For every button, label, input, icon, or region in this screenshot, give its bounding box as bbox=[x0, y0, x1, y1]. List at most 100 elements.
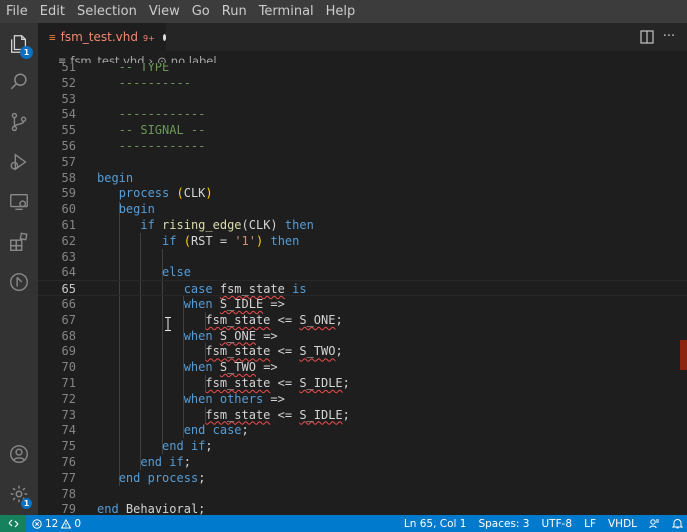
tab-fsm-test[interactable]: ≡ fsm_test.vhd 9+ bbox=[38, 23, 166, 51]
code-line[interactable]: 64 else bbox=[38, 264, 687, 280]
status-bar: 12 0 Ln 65, Col 1 Spaces: 3 UTF-8 LF VHD… bbox=[0, 515, 687, 532]
code-token: if bbox=[140, 218, 155, 232]
error-count: 12 bbox=[45, 517, 59, 530]
code-editor[interactable]: 51 -- TYPE 52 ---------- 53 54 ------------… bbox=[38, 63, 687, 515]
code-text: ------------ bbox=[97, 138, 206, 154]
line-number: 79 bbox=[61, 502, 76, 515]
code-line[interactable]: 67 fsm_state <= S_ONE; bbox=[38, 312, 687, 328]
code-line[interactable]: 77 end process; bbox=[38, 470, 687, 486]
manage-button[interactable]: 1 bbox=[0, 475, 38, 513]
code-line[interactable]: 58 begin bbox=[38, 170, 687, 186]
manage-badge: 1 bbox=[21, 498, 32, 509]
run-debug-button[interactable] bbox=[0, 143, 38, 181]
problems-status[interactable]: 12 0 bbox=[26, 518, 87, 530]
code-token: others bbox=[219, 391, 264, 406]
scrollbar-error-marker[interactable] bbox=[680, 340, 687, 370]
cursor-position[interactable]: Ln 65, Col 1 bbox=[398, 518, 473, 530]
code-line[interactable]: 51 -- TYPE bbox=[38, 63, 687, 75]
code-token: ------------ bbox=[97, 107, 206, 122]
code-line[interactable]: 79 end Behavioral; bbox=[38, 501, 687, 515]
menu-help[interactable]: Help bbox=[320, 0, 362, 23]
code-line[interactable]: 56 ------------ bbox=[38, 138, 687, 154]
code-token: S_IDLE bbox=[219, 297, 264, 311]
end-of-line[interactable]: LF bbox=[578, 518, 602, 530]
explorer-badge: 1 bbox=[20, 46, 33, 59]
code-token: ; bbox=[198, 502, 206, 515]
feedback-button[interactable] bbox=[643, 518, 666, 529]
remote-button[interactable] bbox=[0, 515, 26, 532]
feedback-icon bbox=[649, 519, 659, 529]
code-line[interactable]: 53 bbox=[38, 91, 687, 107]
line-number: 75 bbox=[61, 439, 76, 454]
code-line[interactable]: 63 bbox=[38, 249, 687, 265]
menu-terminal[interactable]: Terminal bbox=[253, 0, 320, 23]
code-line[interactable]: 73 fsm_state <= S_IDLE; bbox=[38, 407, 687, 423]
code-line[interactable]: 70 when S_TWO => bbox=[38, 359, 687, 375]
code-line[interactable]: 66 when S_IDLE => bbox=[38, 296, 687, 312]
encoding[interactable]: UTF-8 bbox=[535, 518, 578, 530]
code-line[interactable]: 55 -- SIGNAL -- bbox=[38, 122, 687, 138]
line-number: 72 bbox=[61, 391, 76, 406]
code-line[interactable]: 75 end if; bbox=[38, 438, 687, 454]
code-line[interactable]: 69 fsm_state <= S_TWO; bbox=[38, 343, 687, 359]
source-control-button[interactable] bbox=[0, 103, 38, 141]
code-token: is bbox=[292, 282, 307, 297]
code-line[interactable]: 59 process (CLK) bbox=[38, 185, 687, 201]
code-line[interactable]: 52 ---------- bbox=[38, 75, 687, 91]
code-text: end if; bbox=[97, 438, 213, 454]
git-graph-button[interactable] bbox=[0, 263, 38, 301]
code-token: ; bbox=[342, 376, 350, 390]
remote-explorer-button[interactable] bbox=[0, 183, 38, 221]
code-line[interactable]: 62 if (RST = '1') then bbox=[38, 233, 687, 249]
code-token: when bbox=[183, 328, 213, 343]
search-button[interactable] bbox=[0, 63, 38, 101]
code-line[interactable]: 57 bbox=[38, 154, 687, 170]
line-number: 63 bbox=[61, 249, 76, 264]
indentation[interactable]: Spaces: 3 bbox=[472, 518, 535, 530]
code-line[interactable]: 76 end if; bbox=[38, 454, 687, 470]
code-line[interactable]: 54 ------------ bbox=[38, 106, 687, 122]
accounts-button[interactable] bbox=[0, 435, 38, 473]
more-actions-button[interactable]: ··· bbox=[661, 29, 677, 45]
code-line[interactable]: 68 when S_ONE => bbox=[38, 328, 687, 344]
notifications-button[interactable] bbox=[666, 518, 687, 529]
menu-go[interactable]: Go bbox=[186, 0, 216, 23]
menu-file[interactable]: File bbox=[0, 0, 34, 23]
explorer-button[interactable]: 1 bbox=[0, 25, 38, 63]
menu-run[interactable]: Run bbox=[216, 0, 253, 23]
extensions-button[interactable] bbox=[0, 223, 38, 261]
code-text: -- SIGNAL -- bbox=[97, 122, 206, 138]
code-token: end bbox=[162, 439, 184, 454]
unsaved-dot-icon[interactable] bbox=[162, 33, 166, 41]
code-token: process bbox=[118, 186, 170, 201]
code-line[interactable]: 74 end case; bbox=[38, 422, 687, 438]
code-line[interactable]: 61 if rising_edge(CLK) then bbox=[38, 217, 687, 233]
line-number: 62 bbox=[61, 233, 76, 248]
language-mode[interactable]: VHDL bbox=[602, 518, 643, 530]
line-number: 59 bbox=[61, 186, 76, 201]
code-line[interactable]: 71 fsm_state <= S_IDLE; bbox=[38, 375, 687, 391]
code-line[interactable]: 72 when others => bbox=[38, 391, 687, 407]
split-editor-button[interactable] bbox=[639, 29, 655, 45]
line-number: 71 bbox=[61, 376, 76, 390]
code-token: => bbox=[263, 391, 285, 406]
menu-edit[interactable]: Edit bbox=[34, 0, 71, 23]
code-token: when bbox=[183, 297, 213, 311]
code-line[interactable]: 60 begin bbox=[38, 201, 687, 217]
code-line[interactable]: 65 case fsm_state is bbox=[38, 280, 687, 297]
code-token: end bbox=[97, 502, 119, 515]
code-token: ; bbox=[205, 439, 213, 454]
menu-view[interactable]: View bbox=[143, 0, 186, 23]
code-line[interactable]: 78 bbox=[38, 486, 687, 502]
line-number: 78 bbox=[61, 486, 76, 501]
code-token: ) bbox=[205, 186, 213, 201]
menu-selection[interactable]: Selection bbox=[71, 0, 143, 23]
line-number: 56 bbox=[61, 139, 76, 153]
code-token: fsm_state bbox=[205, 407, 271, 422]
code-token: case bbox=[183, 282, 213, 297]
code-token: S_ONE bbox=[299, 312, 336, 327]
